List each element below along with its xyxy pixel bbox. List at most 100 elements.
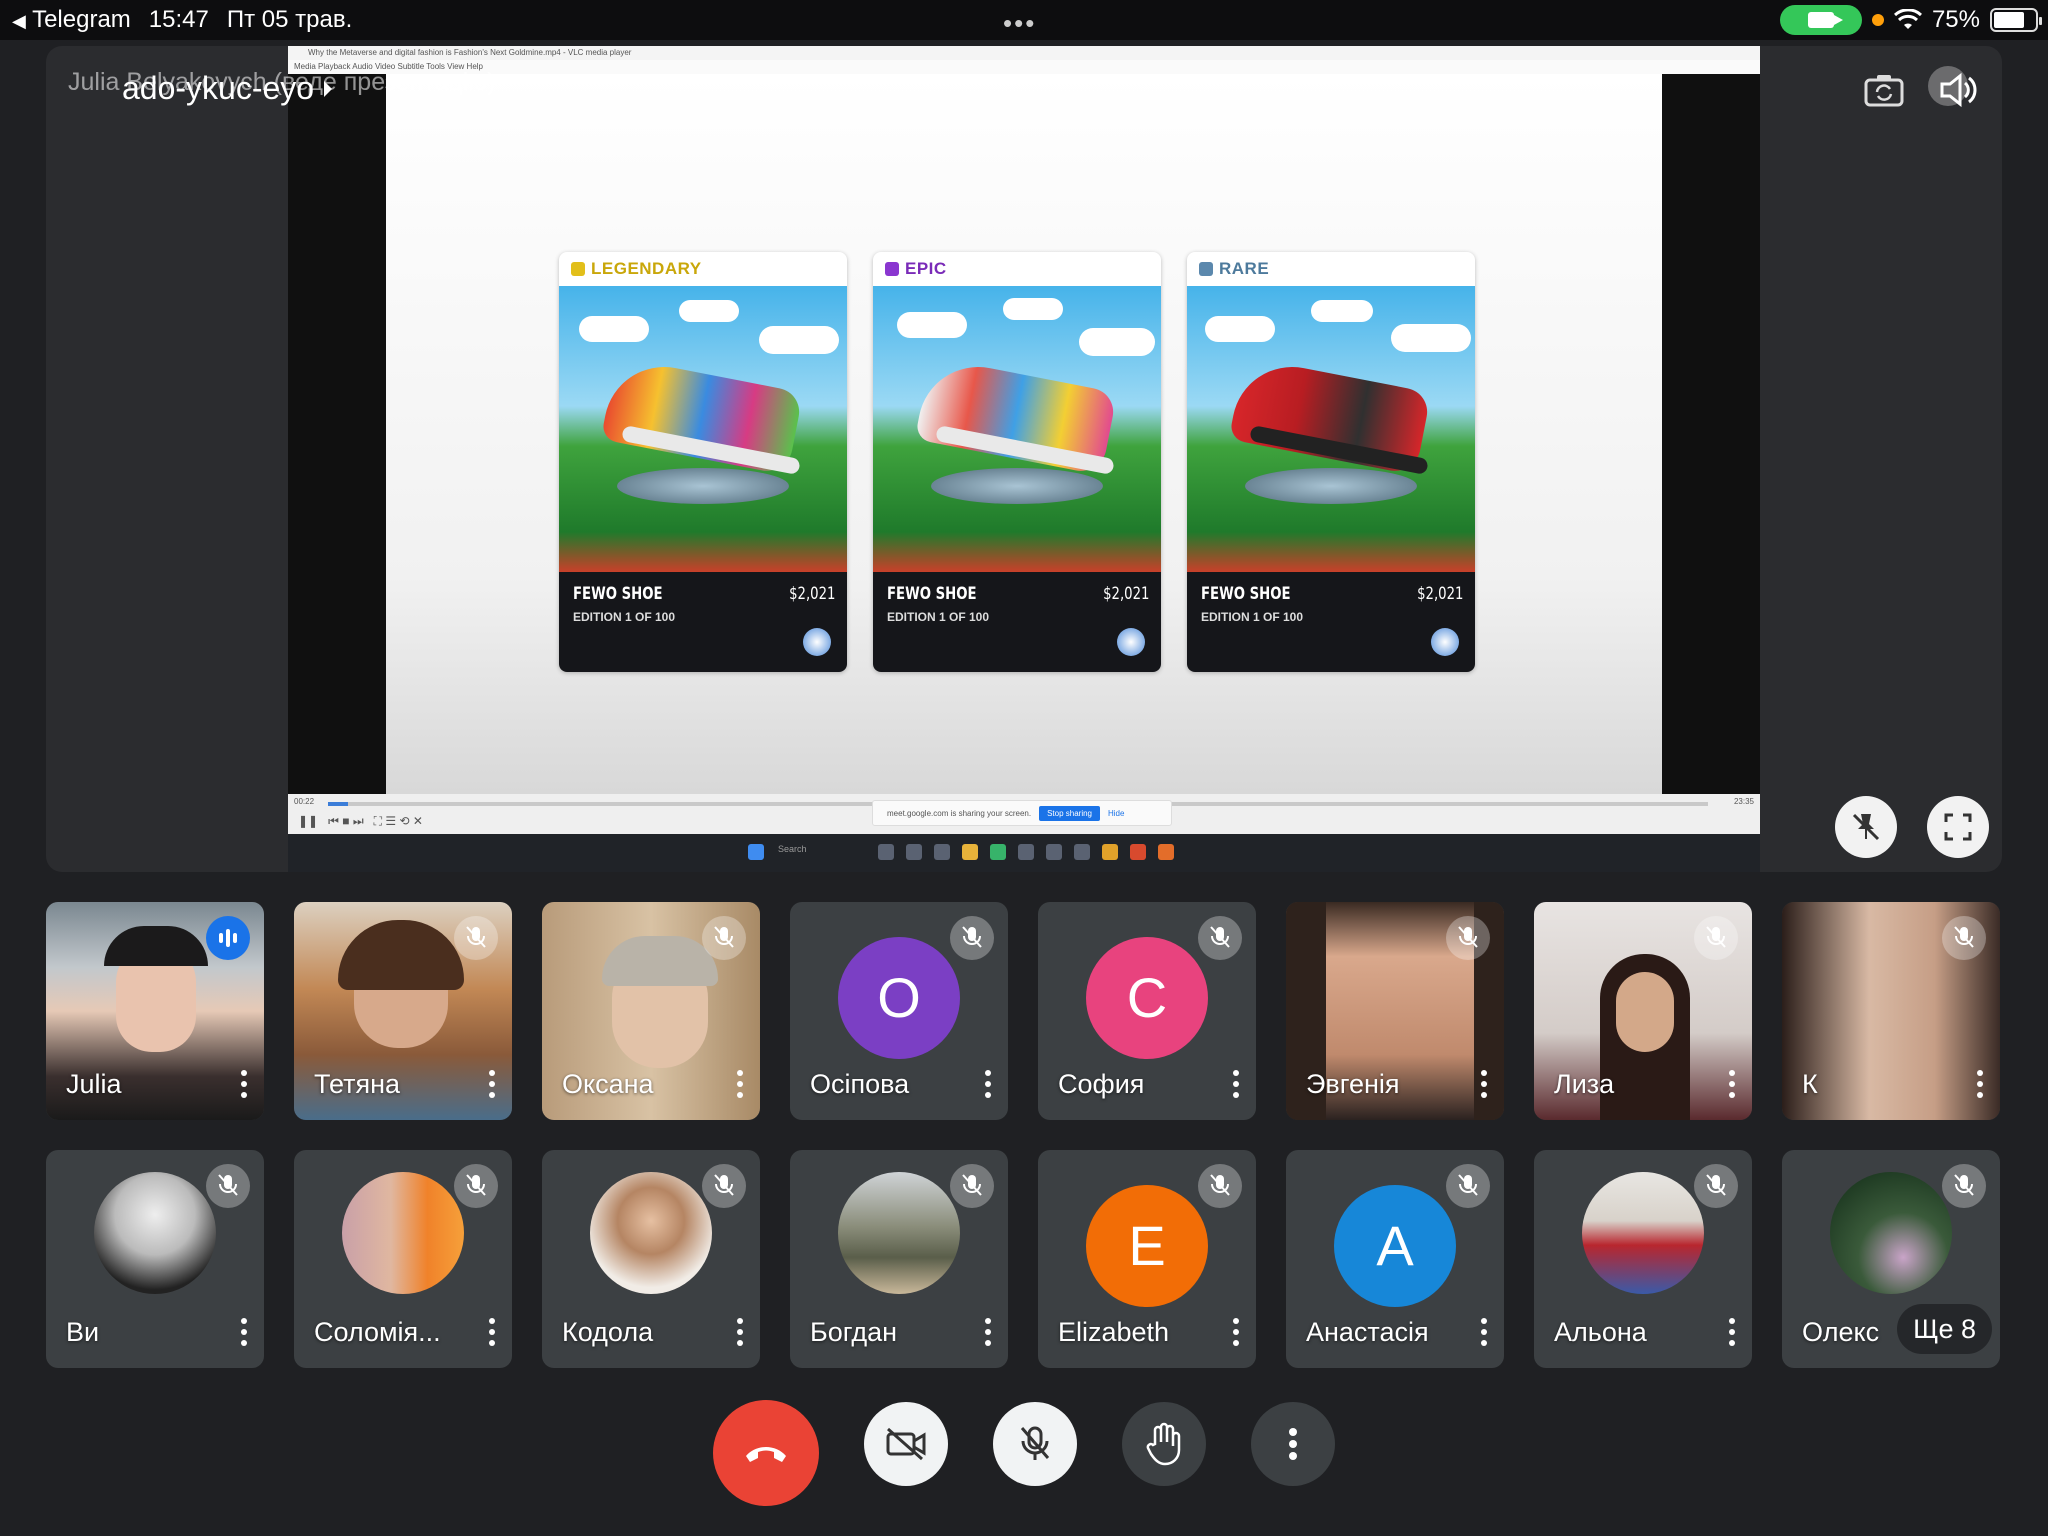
camera-off-icon bbox=[886, 1427, 926, 1461]
participant-menu-icon[interactable] bbox=[1232, 1318, 1240, 1346]
participant-tile[interactable]: Кодола bbox=[542, 1150, 760, 1368]
globe-icon bbox=[1431, 628, 1459, 656]
participant-tile[interactable]: Альона bbox=[1534, 1150, 1752, 1368]
vlc-menu-bar: Media Playback Audio Video Subtitle Tool… bbox=[288, 60, 1760, 74]
participant-tile[interactable]: Богдан bbox=[790, 1150, 1008, 1368]
fullscreen-icon bbox=[1944, 813, 1972, 841]
speaker-icon bbox=[1940, 72, 1977, 108]
vlc-title-bar: Why the Metaverse and digital fashion is… bbox=[288, 46, 1760, 60]
participant-tile[interactable]: E Elizabeth bbox=[1038, 1150, 1256, 1368]
letterbox-left bbox=[288, 74, 386, 794]
end-call-button[interactable] bbox=[713, 1400, 819, 1506]
rarity-tag: RARE bbox=[1187, 252, 1475, 286]
participant-menu-icon[interactable] bbox=[1728, 1070, 1736, 1098]
participant-name: Elizabeth bbox=[1058, 1317, 1170, 1347]
participant-menu-icon[interactable] bbox=[1728, 1318, 1736, 1346]
shoe-image bbox=[873, 286, 1161, 572]
participant-menu-icon[interactable] bbox=[1976, 1070, 1984, 1098]
participant-menu-icon[interactable] bbox=[736, 1318, 744, 1346]
mic-muted-icon bbox=[1446, 916, 1490, 960]
participant-menu-icon[interactable] bbox=[1232, 1070, 1240, 1098]
globe-icon bbox=[1117, 628, 1145, 656]
mic-muted-icon bbox=[1942, 1164, 1986, 1208]
camera-toggle-button[interactable] bbox=[864, 1402, 948, 1486]
participant-avatar-letter: О bbox=[838, 936, 960, 1059]
back-to-telegram[interactable]: ◀ Telegram bbox=[12, 6, 131, 34]
participant-menu-icon[interactable] bbox=[1480, 1070, 1488, 1098]
switch-camera-icon bbox=[1864, 75, 1904, 107]
chevron-right-icon bbox=[324, 80, 333, 97]
mic-muted-icon bbox=[206, 1164, 250, 1208]
participant-name: Оксана bbox=[562, 1069, 654, 1099]
stop-sharing-button: Stop sharing bbox=[1039, 805, 1100, 821]
participant-avatar bbox=[1582, 1171, 1704, 1294]
rarity-icon bbox=[885, 262, 899, 276]
participant-menu-icon[interactable] bbox=[488, 1318, 496, 1346]
participant-menu-icon[interactable] bbox=[488, 1070, 496, 1098]
participant-name: Богдан bbox=[810, 1317, 898, 1347]
audio-output-button[interactable] bbox=[1928, 66, 1982, 114]
switch-camera-button[interactable] bbox=[1860, 66, 1908, 114]
rarity-icon bbox=[571, 262, 585, 276]
participant-avatar bbox=[94, 1171, 216, 1294]
participant-menu-icon[interactable] bbox=[984, 1070, 992, 1098]
participant-menu-icon[interactable] bbox=[984, 1318, 992, 1346]
raise-hand-button[interactable] bbox=[1122, 1402, 1206, 1486]
nft-card-rare: RARE FEWO SHOE $2,021 EDITION 1 OF 100 bbox=[1187, 252, 1475, 672]
mic-muted-icon bbox=[950, 1164, 994, 1208]
participant-tile[interactable]: О Осіпова bbox=[790, 902, 1008, 1120]
mic-muted-icon bbox=[950, 916, 994, 960]
top-right-actions bbox=[1860, 66, 1982, 114]
participant-tile[interactable]: Тетяна bbox=[294, 902, 512, 1120]
participant-menu-icon[interactable] bbox=[240, 1070, 248, 1098]
windows-taskbar: Search bbox=[288, 834, 1760, 872]
participant-name: Осіпова bbox=[810, 1069, 910, 1099]
mic-muted-icon bbox=[454, 1164, 498, 1208]
participant-tile[interactable]: Оксана bbox=[542, 902, 760, 1120]
participant-menu-icon[interactable] bbox=[240, 1318, 248, 1346]
participant-avatar bbox=[590, 1171, 712, 1294]
meeting-code[interactable]: ado-ykuc-eyo bbox=[122, 70, 333, 107]
participant-tile[interactable]: Олекс Ще 8 bbox=[1782, 1150, 2000, 1368]
status-time: 15:47 bbox=[148, 6, 209, 33]
mic-muted-icon bbox=[1694, 1164, 1738, 1208]
wifi-icon bbox=[1893, 9, 1922, 29]
unpin-button[interactable] bbox=[1835, 796, 1897, 858]
presentation-tile[interactable]: Why the Metaverse and digital fashion is… bbox=[46, 46, 2002, 872]
shoe-image bbox=[1187, 286, 1475, 572]
participant-avatar-letter: A bbox=[1334, 1184, 1456, 1307]
participant-tile[interactable]: A Анастасія bbox=[1286, 1150, 1504, 1368]
participant-menu-icon[interactable] bbox=[736, 1070, 744, 1098]
participant-tile[interactable]: Эвгенія bbox=[1286, 902, 1504, 1120]
more-vert-icon bbox=[1289, 1428, 1297, 1460]
more-participants-button[interactable]: Ще 8 bbox=[1897, 1304, 1992, 1354]
participant-tile[interactable]: Ви bbox=[46, 1150, 264, 1368]
mic-muted-icon bbox=[1198, 1164, 1242, 1208]
participant-name: София bbox=[1058, 1069, 1145, 1099]
globe-icon bbox=[803, 628, 831, 656]
mic-off-icon bbox=[1020, 1426, 1050, 1460]
rarity-icon bbox=[1199, 262, 1213, 276]
participant-tile[interactable]: К bbox=[1782, 902, 2000, 1120]
participant-tile[interactable]: Julia bbox=[46, 902, 264, 1120]
participant-tile[interactable]: С София bbox=[1038, 902, 1256, 1120]
participant-name: Кодола bbox=[562, 1317, 654, 1347]
nft-card-legendary: LEGENDARY FEWO SHOE $2,021 EDITION 1 OF … bbox=[559, 252, 847, 672]
fullscreen-button[interactable] bbox=[1927, 796, 1989, 858]
mic-muted-icon bbox=[454, 916, 498, 960]
mic-toggle-button[interactable] bbox=[993, 1402, 1077, 1486]
raise-hand-icon bbox=[1146, 1422, 1181, 1466]
status-date: Пт 05 трав. bbox=[226, 6, 353, 33]
participant-avatar bbox=[1830, 1171, 1952, 1294]
participant-name: К bbox=[1802, 1069, 1818, 1099]
participant-tile[interactable]: Соломія... bbox=[294, 1150, 512, 1368]
multitasking-dots[interactable]: ••• bbox=[1003, 8, 1036, 39]
more-options-button[interactable] bbox=[1251, 1402, 1335, 1486]
participant-avatar bbox=[342, 1171, 464, 1294]
mic-muted-icon bbox=[1942, 916, 1986, 960]
mic-muted-icon bbox=[1694, 916, 1738, 960]
participant-tile[interactable]: Лиза bbox=[1534, 902, 1752, 1120]
camera-in-use-indicator[interactable] bbox=[1779, 5, 1862, 35]
participant-menu-icon[interactable] bbox=[1480, 1318, 1488, 1346]
mic-muted-icon bbox=[702, 916, 746, 960]
